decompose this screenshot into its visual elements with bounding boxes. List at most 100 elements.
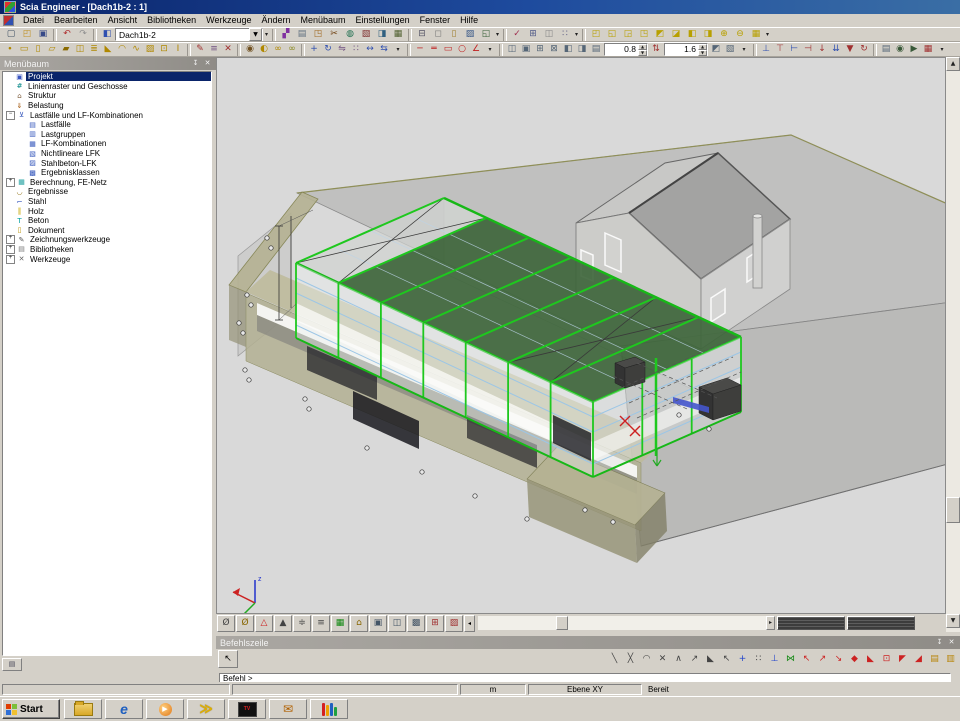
mirror-icon[interactable]: ⇋	[335, 43, 349, 56]
array-icon[interactable]: ∷	[349, 43, 363, 56]
menu-bearbeiten[interactable]: Bearbeiten	[49, 15, 103, 25]
tracking-2-icon[interactable]: ↗	[815, 651, 830, 666]
minimized-window-button-2[interactable]	[847, 616, 915, 630]
move-icon[interactable]: +	[307, 43, 321, 56]
axo-view-icon[interactable]: △	[255, 615, 273, 632]
load-scale-input-down[interactable]: ▼	[698, 50, 707, 56]
coord-input-icon[interactable]: ▤	[927, 651, 942, 666]
catalog-icon[interactable]: ◍	[342, 28, 358, 41]
export-icon[interactable]: ◱	[478, 28, 494, 41]
surface-tool-icon[interactable]: ▨	[143, 43, 157, 56]
menu-datei[interactable]: Datei	[18, 15, 49, 25]
column-tool-icon[interactable]: ▯	[31, 43, 45, 56]
scia-engineer-icon[interactable]	[310, 699, 348, 719]
print-group-dropdown[interactable]: ▾	[494, 28, 501, 41]
close-icon[interactable]: ✕	[203, 59, 212, 68]
load-point-icon[interactable]: ↓	[815, 43, 829, 56]
window-2-icon[interactable]: ◫	[388, 615, 406, 632]
section-cut-icon[interactable]: ▤	[879, 43, 893, 56]
node-tool-icon[interactable]: ∙	[3, 43, 17, 56]
internet-explorer-icon[interactable]: e	[105, 699, 143, 719]
calculator-icon[interactable]: ⊞	[525, 28, 541, 41]
snap-arc-icon[interactable]: ◠	[639, 651, 654, 666]
mesh-view-icon[interactable]: ▦	[331, 615, 349, 632]
snap-mid-icon[interactable]: ⋈	[783, 651, 798, 666]
apply-scale-icon[interactable]: ⇅	[649, 43, 663, 56]
gallery-icon[interactable]: ◳	[310, 28, 326, 41]
support-roller-icon[interactable]: ⊢	[787, 43, 801, 56]
rib-tool-icon[interactable]: ≣	[87, 43, 101, 56]
viewport-vscrollbar[interactable]: ▲ ▼	[946, 57, 960, 632]
tree-item-ergebnisklassen[interactable]: ▩Ergebnisklassen	[3, 168, 211, 178]
result-group-dropdown[interactable]: ▾	[935, 43, 949, 56]
beam-tool-icon[interactable]: ▭	[17, 43, 31, 56]
unit-indicator[interactable]: m	[460, 684, 526, 695]
print-small-icon[interactable]: ▤	[294, 28, 310, 41]
draw-group-dropdown[interactable]: ▾	[483, 43, 497, 56]
tree-item-ergebnisse[interactable]: ◡Ergebnisse	[3, 187, 211, 197]
tree-item-lastgruppen[interactable]: ▥Lastgruppen	[3, 130, 211, 140]
tree-item-struktur[interactable]: ⌂Struktur	[3, 91, 211, 101]
view-history-group-dropdown[interactable]: ▾	[263, 28, 270, 41]
model-3d-view[interactable]: z	[216, 57, 946, 614]
circle-tool-icon[interactable]: ○	[455, 43, 469, 56]
tracking-3-icon[interactable]: ↘	[831, 651, 846, 666]
file-explorer-icon[interactable]	[64, 699, 102, 719]
snap-edge-icon[interactable]: ↗	[687, 651, 702, 666]
rect-tool-icon[interactable]: ▭	[441, 43, 455, 56]
double-line-icon[interactable]: ═	[427, 43, 441, 56]
snap-grid-icon[interactable]: +	[735, 651, 750, 666]
menu-menbaum[interactable]: Menübaum	[296, 15, 351, 25]
zoom-window-icon[interactable]: ◨	[700, 28, 716, 41]
view-axo-icon[interactable]: ◩	[652, 28, 668, 41]
opening-tool-icon[interactable]: ◫	[73, 43, 87, 56]
view-scale-input-stepper[interactable]: ▲▼	[638, 44, 647, 55]
preview-icon[interactable]: ◻	[430, 28, 446, 41]
save-icon[interactable]: ▣	[35, 28, 51, 41]
units-icon[interactable]: ∷	[557, 28, 573, 41]
picture-icon[interactable]: ◨	[374, 28, 390, 41]
check-icon[interactable]: ✓	[509, 28, 525, 41]
scale-tool-icon[interactable]: ↔	[363, 43, 377, 56]
hscroll-thumb[interactable]	[556, 616, 568, 630]
win-list-icon[interactable]: ▤	[589, 43, 603, 56]
tree-item-projekt[interactable]: ▣Projekt	[3, 72, 211, 82]
hatch-view-icon[interactable]: ▩	[407, 615, 425, 632]
snap-dots-icon[interactable]: ∷	[751, 651, 766, 666]
tree-item-lastf-lle[interactable]: ▤Lastfälle	[3, 120, 211, 130]
window-1-icon[interactable]: ▣	[369, 615, 387, 632]
support-hinged-icon[interactable]: ⊤	[773, 43, 787, 56]
menu-ndern[interactable]: Ändern	[256, 15, 295, 25]
win-tile-icon[interactable]: ⊞	[533, 43, 547, 56]
tree-expander-expand[interactable]: +	[6, 235, 15, 244]
project-manager-icon[interactable]: ◧	[99, 28, 115, 41]
snap-ortho-icon[interactable]: ⊥	[767, 651, 782, 666]
command-list-icon[interactable]: ▥	[943, 651, 958, 666]
arc-tool-icon[interactable]: ◠	[115, 43, 129, 56]
tracking-7-icon[interactable]: ◤	[895, 651, 910, 666]
start-button[interactable]: Start	[2, 699, 60, 719]
load-surface-icon[interactable]: ▼	[843, 43, 857, 56]
binoculars-icon[interactable]: ◉	[243, 43, 257, 56]
texture-icon[interactable]: ▧	[358, 28, 374, 41]
view-params-icon[interactable]: ≡	[312, 615, 330, 632]
support-sliding-icon[interactable]: ⊣	[801, 43, 815, 56]
mdi-child-icon[interactable]	[3, 15, 14, 26]
snap-cursor-icon[interactable]: ↖	[719, 651, 734, 666]
unlink-icon[interactable]: ∞	[285, 43, 299, 56]
view-scale-input[interactable]: 0.8▲▼	[604, 43, 648, 56]
win-cascade-icon[interactable]: ▣	[519, 43, 533, 56]
minimized-window-button-1[interactable]	[777, 616, 845, 630]
tracking-5-icon[interactable]: ◣	[863, 651, 878, 666]
zoom-all-icon[interactable]: ◧	[684, 28, 700, 41]
tree-expander-expand[interactable]: +	[6, 178, 15, 187]
cross-section-icon[interactable]: I	[171, 43, 185, 56]
tree-item-holz[interactable]: ‖Holz	[3, 206, 211, 216]
tree-item-zeichnungswerkzeuge[interactable]: +✎Zeichnungswerkzeuge	[3, 235, 211, 245]
tree-item-werkzeuge[interactable]: +✕Werkzeuge	[3, 254, 211, 264]
document-icon[interactable]: ▯	[446, 28, 462, 41]
snap-intersection-icon[interactable]: ╳	[623, 651, 638, 666]
wintv-icon[interactable]: TV	[228, 699, 266, 719]
geometry-group-dropdown[interactable]: ▾	[391, 43, 405, 56]
tree-item-stahl[interactable]: ⌐Stahl	[3, 197, 211, 207]
